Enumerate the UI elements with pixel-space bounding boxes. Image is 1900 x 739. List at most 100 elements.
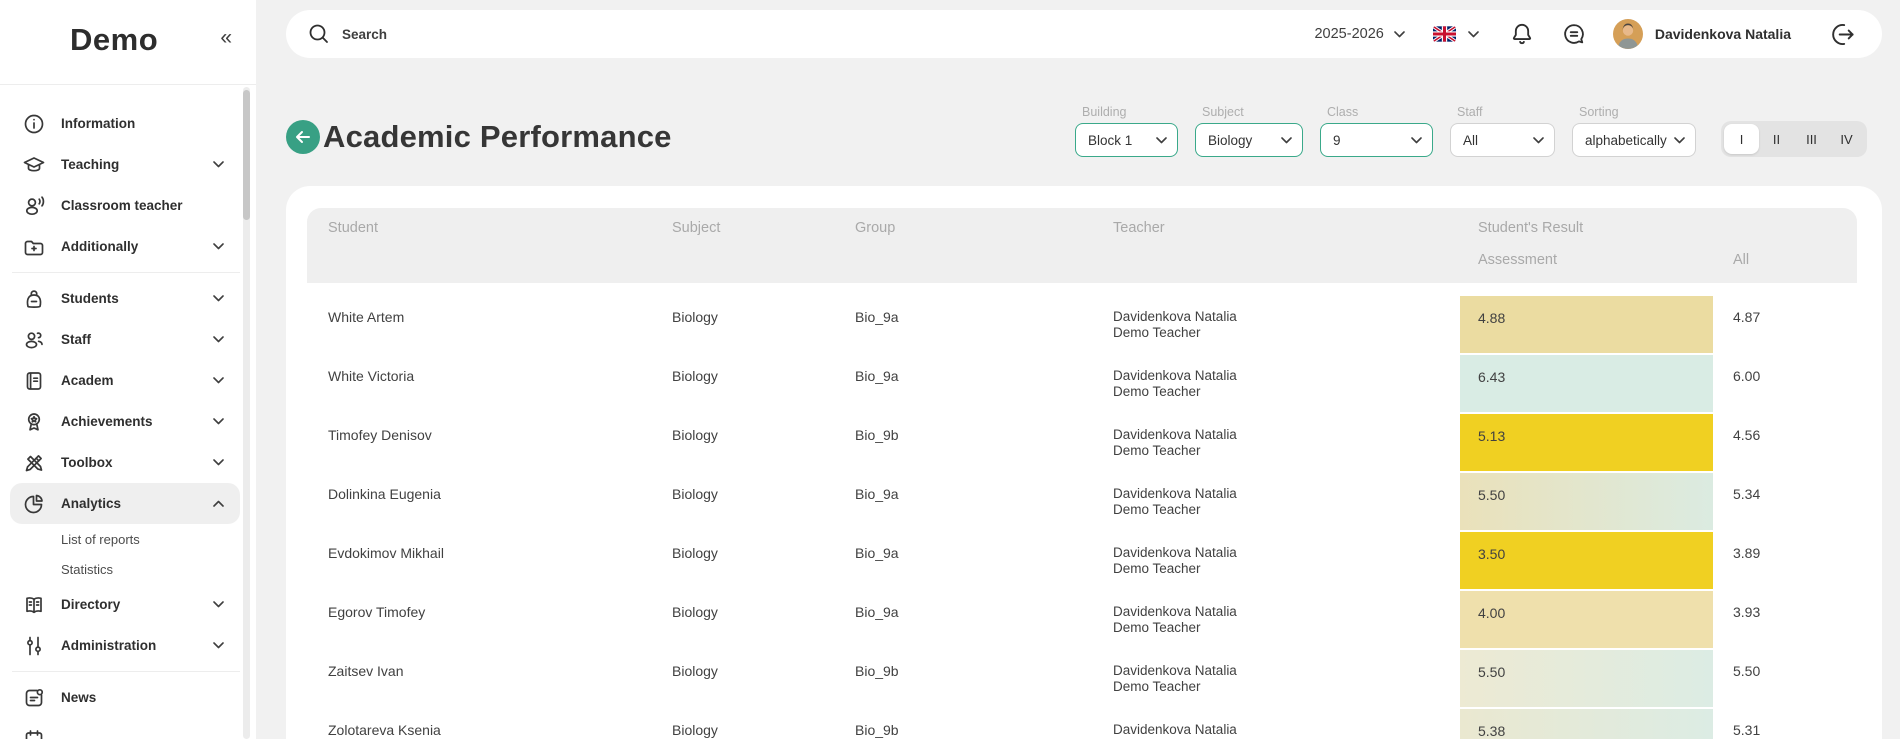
col-header-all: All [1713, 246, 1857, 283]
subject-select[interactable]: Biology [1195, 123, 1303, 157]
col-header-assessment: Assessment [1460, 246, 1713, 283]
sidebar-subitem-statistics[interactable]: Statistics [0, 554, 240, 584]
graduation-cap-icon [22, 153, 46, 177]
row-teacher: Davidenkova Natalia Demo Teacher [1100, 295, 1460, 354]
sidebar-item-label: Analytics [61, 496, 121, 511]
sidebar-item-students[interactable]: Students [0, 278, 240, 319]
assessment-cell: 3.50 [1460, 531, 1713, 590]
sidebar-subitem-list-of-reports[interactable]: List of reports [0, 524, 240, 554]
assessment-cell: 5.13 [1460, 413, 1713, 472]
staff-select[interactable]: All [1450, 123, 1555, 157]
sidebar-item-administration[interactable]: Administration [0, 625, 240, 666]
user-menu[interactable]: Davidenkova Natalia [1613, 19, 1791, 49]
class-select-value: 9 [1333, 133, 1341, 148]
row-teacher: Davidenkova Natalia Demo Teacher [1100, 531, 1460, 590]
sidebar-scrollbar-thumb[interactable] [243, 90, 250, 220]
collapse-sidebar-icon[interactable]: « [220, 26, 232, 50]
school-year-select[interactable]: 2025-2026 [1314, 26, 1404, 42]
assessment-color-chip: 4.88 [1460, 296, 1713, 353]
student-name: White Victoria [307, 354, 660, 413]
people-icon [22, 328, 46, 352]
student-name: Zaitsev Ivan [307, 649, 660, 708]
assessment-cell: 5.38 [1460, 708, 1713, 739]
user-name: Davidenkova Natalia [1655, 26, 1791, 42]
class-select[interactable]: 9 [1320, 123, 1433, 157]
assessment-color-chip: 5.50 [1460, 650, 1713, 707]
sidebar-item-calendar-partial[interactable] [0, 718, 240, 739]
sidebar-item-achievements[interactable]: Achievements [0, 401, 240, 442]
col-header-group: Group [843, 208, 1100, 246]
building-select[interactable]: Block 1 [1075, 123, 1178, 157]
journal-icon [22, 369, 46, 393]
sidebar-item-information[interactable]: Information [0, 103, 240, 144]
staff-filter: Staff All [1450, 105, 1555, 157]
row-subject: Biology [660, 531, 843, 590]
table-row: Egorov Timofey Biology Bio_9a Davidenkov… [307, 590, 1857, 649]
messages-chat-icon[interactable] [1561, 21, 1587, 47]
chevron-down-icon [1468, 31, 1479, 38]
assessment-cell: 5.50 [1460, 649, 1713, 708]
app-logo: Demo [70, 22, 158, 58]
teacher-line: Demo Teacher [1113, 620, 1460, 636]
folder-plus-icon [22, 235, 46, 259]
teacher-line: Demo Teacher [1113, 384, 1460, 400]
sidebar-item-directory[interactable]: Directory [0, 584, 240, 625]
sidebar-item-academ[interactable]: Academ [0, 360, 240, 401]
term-i-button[interactable]: I [1724, 124, 1759, 154]
sidebar-item-label: Teaching [61, 157, 119, 172]
chevron-down-icon [1674, 137, 1685, 144]
assessment-cell: 4.00 [1460, 590, 1713, 649]
search-input[interactable] [342, 27, 762, 42]
table-row: Timofey Denisov Biology Bio_9b Davidenko… [307, 413, 1857, 472]
sidebar-scrollbar[interactable] [243, 87, 250, 739]
sidebar-item-staff[interactable]: Staff [0, 319, 240, 360]
row-teacher: Davidenkova Natalia Demo Teacher [1100, 472, 1460, 531]
col-header-subject: Subject [660, 208, 843, 246]
sidebar-item-label: Classroom teacher [61, 198, 183, 213]
chevron-down-icon [1394, 31, 1405, 38]
term-iv-button[interactable]: IV [1829, 124, 1864, 154]
teacher-line: Davidenkova Natalia [1113, 368, 1460, 384]
search-icon[interactable] [308, 23, 330, 45]
chevron-down-icon [213, 459, 224, 466]
sidebar-item-toolbox[interactable]: Toolbox [0, 442, 240, 483]
language-select[interactable] [1433, 26, 1479, 42]
assessment-value: 5.38 [1460, 709, 1713, 739]
sidebar-item-label: Achievements [61, 414, 153, 429]
teacher-line: Davidenkova Natalia [1113, 309, 1460, 325]
row-subject: Biology [660, 413, 843, 472]
info-icon [22, 112, 46, 136]
notifications-bell-icon[interactable] [1509, 21, 1535, 47]
staff-select-value: All [1463, 133, 1478, 148]
logout-icon[interactable] [1829, 21, 1856, 48]
student-name: White Artem [307, 295, 660, 354]
sorting-select[interactable]: alphabetically [1572, 123, 1696, 157]
sidebar-item-analytics[interactable]: Analytics [10, 483, 240, 524]
row-group: Bio_9a [843, 354, 1100, 413]
sidebar-item-teaching[interactable]: Teaching [0, 144, 240, 185]
subject-filter-label: Subject [1202, 105, 1303, 119]
term-iii-button[interactable]: III [1794, 124, 1829, 154]
sidebar-item-label: Additionally [61, 239, 138, 254]
assessment-color-chip: 5.38 [1460, 709, 1713, 739]
term-ii-button[interactable]: II [1759, 124, 1794, 154]
assessment-color-chip: 4.00 [1460, 591, 1713, 648]
row-teacher: Davidenkova Natalia Demo Teacher [1100, 413, 1460, 472]
table-row: White Victoria Biology Bio_9a Davidenkov… [307, 354, 1857, 413]
teacher-person-icon [22, 194, 46, 218]
sidebar-item-classroom-teacher[interactable]: Classroom teacher [0, 185, 240, 226]
sorting-filter-label: Sorting [1579, 105, 1696, 119]
assessment-value: 6.43 [1460, 355, 1713, 385]
chevron-down-icon [213, 601, 224, 608]
table-row: Dolinkina Eugenia Biology Bio_9a Daviden… [307, 472, 1857, 531]
back-button[interactable] [286, 120, 320, 154]
all-result-value: 4.87 [1713, 295, 1857, 354]
chevron-down-icon [1281, 137, 1292, 144]
topbar: 2025-2026 [286, 10, 1882, 58]
sidebar-item-news[interactable]: News [0, 677, 240, 718]
subject-select-value: Biology [1208, 133, 1252, 148]
row-teacher: Davidenkova Natalia Demo Teacher [1100, 649, 1460, 708]
all-result-value: 5.50 [1713, 649, 1857, 708]
assessment-cell: 6.43 [1460, 354, 1713, 413]
sidebar-item-additionally[interactable]: Additionally [0, 226, 240, 267]
